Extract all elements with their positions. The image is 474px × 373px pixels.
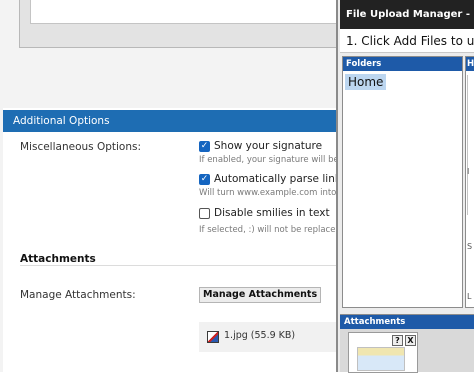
option-show-signature[interactable]: ✓ Show your signature: [199, 140, 322, 152]
attachments-panel-header: Attachments: [340, 315, 474, 329]
files-cell-text: L: [467, 292, 472, 301]
files-cell-text: S: [467, 242, 473, 251]
attachments-panel: Attachments ? X: [340, 314, 474, 373]
window-title: File Upload Manager - ba: [340, 0, 474, 29]
thumbnail-image: [357, 347, 405, 371]
manage-attachments-label: Manage Attachments:: [20, 289, 136, 301]
checkbox-parse-links[interactable]: ✓: [199, 173, 210, 185]
editor-text-area[interactable]: [30, 0, 339, 24]
upload-instructions: 1. Click Add Files to upl: [340, 29, 474, 53]
option-hint: If enabled, your signature will be a: [199, 155, 347, 165]
remove-attachment-button[interactable]: X: [405, 335, 416, 346]
image-file-icon: [207, 331, 219, 343]
option-label: Automatically parse links i: [214, 173, 353, 185]
option-hint: Will turn www.example.com into: [199, 188, 337, 198]
page: Additional Options Miscellaneous Options…: [0, 0, 474, 373]
folder-item-home[interactable]: Home: [345, 74, 387, 90]
manage-attachments-button[interactable]: Manage Attachments: [199, 287, 322, 303]
checkbox-show-signature[interactable]: ✓: [199, 140, 210, 152]
files-panel: H I S L: [465, 56, 474, 308]
checkbox-disable-smilies[interactable]: [199, 207, 210, 219]
option-hint: If selected, :) will not be replaced w: [199, 225, 351, 235]
files-header: H: [466, 57, 474, 71]
files-list-edge: [467, 75, 474, 215]
option-label: Show your signature: [214, 140, 323, 152]
folders-panel: Folders Home: [342, 56, 463, 308]
help-button[interactable]: ?: [392, 335, 403, 346]
option-parse-links[interactable]: ✓ Automatically parse links i: [199, 173, 353, 185]
attachment-thumbnail[interactable]: ? X: [348, 332, 418, 373]
file-upload-manager-window: File Upload Manager - ba 1. Click Add Fi…: [336, 0, 474, 373]
attachment-item[interactable]: 1.jpg (55.9 KB): [199, 322, 336, 352]
folders-header: Folders: [343, 57, 462, 71]
attachment-file-name[interactable]: 1.jpg (55.9 KB): [224, 330, 295, 341]
divider: [20, 265, 336, 266]
section-header-additional-options: Additional Options: [3, 110, 336, 132]
attachments-heading: Attachments: [20, 253, 96, 265]
option-label: Disable smilies in text: [214, 207, 330, 219]
misc-options-label: Miscellaneous Options:: [20, 141, 142, 153]
files-cell-text: I: [467, 167, 470, 176]
option-disable-smilies[interactable]: Disable smilies in text: [199, 207, 330, 219]
